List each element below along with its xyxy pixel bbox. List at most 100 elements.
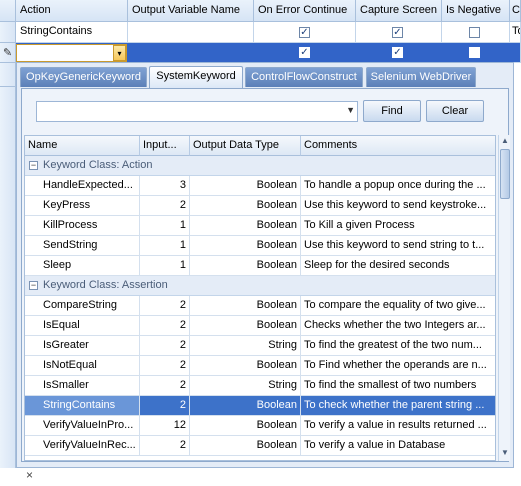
scroll-down-icon[interactable]: ▼ <box>500 448 510 460</box>
vertical-scrollbar[interactable]: ▲ ▼ <box>498 135 510 461</box>
keyword-grid: Name Input... Output Data Type Comments … <box>24 135 496 461</box>
cell-name: VerifyValueInRec... <box>25 436 140 456</box>
cell-inputs: 2 <box>140 336 190 356</box>
scroll-thumb[interactable] <box>500 149 510 199</box>
row-header-empty <box>0 87 16 468</box>
checkbox-on-error-continue[interactable] <box>299 27 310 38</box>
group-row[interactable]: − Keyword Class: Assertion <box>25 276 495 296</box>
close-icon[interactable]: × <box>26 468 33 482</box>
cell-comment: To find the greatest of the two num... <box>301 336 495 356</box>
cell-name: Sleep <box>25 256 140 276</box>
chevron-down-icon[interactable]: ▼ <box>346 105 355 115</box>
cell-output-type: Boolean <box>190 436 301 456</box>
cell-inputs: 3 <box>140 176 190 196</box>
cell-output-type: Boolean <box>190 396 301 416</box>
keyword-row[interactable]: IsNotEqual 2 Boolean To Find whether the op… <box>25 356 495 376</box>
cell-comment: To handle a popup once during the ... <box>301 176 495 196</box>
cell-comment: Sleep for the desired seconds <box>301 256 495 276</box>
cell-action[interactable]: StringContains <box>16 22 128 43</box>
group-label: Keyword Class: Assertion <box>43 279 168 291</box>
checkbox-on-error-continue-2[interactable] <box>299 47 310 58</box>
cell-comment[interactable]: To <box>510 22 521 43</box>
col-header-output-data-type[interactable]: Output Data Type <box>190 136 301 156</box>
cell-output-variable[interactable] <box>128 22 254 43</box>
cell-comment: Use this keyword to send string to t... <box>301 236 495 256</box>
group-row[interactable]: − Keyword Class: Action <box>25 156 495 176</box>
cell-comment: To verify a value in Database <box>301 436 495 456</box>
tab-selenium-webdriver[interactable]: Selenium WebDriver <box>366 67 476 87</box>
scroll-up-icon[interactable]: ▲ <box>500 136 510 148</box>
row-header-corner <box>0 0 16 22</box>
cell-comment: Use this keyword to send keystroke... <box>301 196 495 216</box>
cell-comment: To verify a value in results returned ..… <box>301 416 495 436</box>
keyword-row[interactable]: KeyPress 2 Boolean Use this keyword to send… <box>25 196 495 216</box>
col-header-name[interactable]: Name <box>25 136 140 156</box>
find-button[interactable]: Find <box>363 100 421 122</box>
keyword-row[interactable]: CompareString 2 Boolean To compare the equa… <box>25 296 495 316</box>
cell-output-type: Boolean <box>190 236 301 256</box>
row-header[interactable] <box>0 22 16 43</box>
cell-comment: To find the smallest of two numbers <box>301 376 495 396</box>
cell-comment: To check whether the parent string ... <box>301 396 495 416</box>
cell-output-type: Boolean <box>190 296 301 316</box>
keyword-row[interactable]: StringContains 2 Boolean To check whether t… <box>25 396 495 416</box>
checkbox-capture-screen[interactable] <box>392 27 403 38</box>
cell-output-type: Boolean <box>190 176 301 196</box>
col-header-action[interactable]: Action <box>16 0 128 22</box>
cell-inputs: 1 <box>140 216 190 236</box>
row-header-editing[interactable]: ✎ <box>0 43 16 63</box>
checkbox-is-negative[interactable] <box>469 27 480 38</box>
cell-output-type: Boolean <box>190 416 301 436</box>
action-combo[interactable] <box>16 44 127 62</box>
keyword-row[interactable]: SendString 1 Boolean Use this keyword to se… <box>25 236 495 256</box>
cell-inputs: 2 <box>140 436 190 456</box>
col-header-capture-screen[interactable]: Capture Screen <box>356 0 442 22</box>
col-header-output-variable[interactable]: Output Variable Name <box>128 0 254 22</box>
cell-inputs: 1 <box>140 256 190 276</box>
tab-opkey-generic-keyword[interactable]: OpKeyGenericKeyword <box>20 67 147 87</box>
cell-inputs: 2 <box>140 356 190 376</box>
cell-comment: To Kill a given Process <box>301 216 495 236</box>
cell-output-type: Boolean <box>190 356 301 376</box>
cell-name: KeyPress <box>25 196 140 216</box>
tab-system-keyword[interactable]: SystemKeyword <box>149 66 243 88</box>
cell-inputs: 12 <box>140 416 190 436</box>
keyword-row[interactable]: IsGreater 2 String To find the greatest of … <box>25 336 495 356</box>
cell-name: IsSmaller <box>25 376 140 396</box>
cell-name: VerifyValueInPro... <box>25 416 140 436</box>
keyword-row[interactable]: HandleExpected... 3 Boolean To handle a pop… <box>25 176 495 196</box>
cell-inputs: 2 <box>140 376 190 396</box>
cell-output-type: String <box>190 376 301 396</box>
action-dropdown-button[interactable]: ▾ <box>113 45 126 61</box>
cell-name: CompareString <box>25 296 140 316</box>
cell-output-type: Boolean <box>190 316 301 336</box>
cell-name: IsGreater <box>25 336 140 356</box>
keyword-row[interactable]: Sleep 1 Boolean Sleep for the desired secon… <box>25 256 495 276</box>
tab-control-flow-construct[interactable]: ControlFlowConstruct <box>245 67 363 87</box>
cell-comment: To compare the equality of two give... <box>301 296 495 316</box>
keyword-row[interactable]: IsSmaller 2 String To find the smallest of … <box>25 376 495 396</box>
collapse-icon[interactable]: − <box>29 281 38 290</box>
col-header-on-error-continue[interactable]: On Error Continue <box>254 0 356 22</box>
row-header-empty <box>0 63 16 87</box>
search-combo[interactable]: ▼ <box>36 101 358 122</box>
cell-inputs: 2 <box>140 296 190 316</box>
keyword-row[interactable]: VerifyValueInPro... 12 Boolean To verify a … <box>25 416 495 436</box>
keyword-row[interactable]: KillProcess 1 Boolean To Kill a given Proce… <box>25 216 495 236</box>
cell-inputs: 2 <box>140 396 190 416</box>
col-header-comments[interactable]: Comments <box>301 136 495 156</box>
clear-button[interactable]: Clear <box>426 100 484 122</box>
pencil-icon: ✎ <box>3 47 13 59</box>
checkbox-capture-screen-2[interactable] <box>392 47 403 58</box>
col-header-comment[interactable]: Co <box>510 0 521 22</box>
collapse-icon[interactable]: − <box>29 161 38 170</box>
cell-inputs: 2 <box>140 316 190 336</box>
col-header-inputs[interactable]: Input... <box>140 136 190 156</box>
cell-name: IsEqual <box>25 316 140 336</box>
cell-comment: To Find whether the operands are n... <box>301 356 495 376</box>
keyword-row[interactable]: IsEqual 2 Boolean Checks whether the two In… <box>25 316 495 336</box>
keyword-row[interactable]: VerifyValueInRec... 2 Boolean To verify a v… <box>25 436 495 456</box>
checkbox-is-negative-2[interactable] <box>469 47 480 58</box>
col-header-is-negative[interactable]: Is Negative <box>442 0 510 22</box>
tab-panel: ▼ Find Clear Name Input... Output Data T… <box>21 88 510 462</box>
